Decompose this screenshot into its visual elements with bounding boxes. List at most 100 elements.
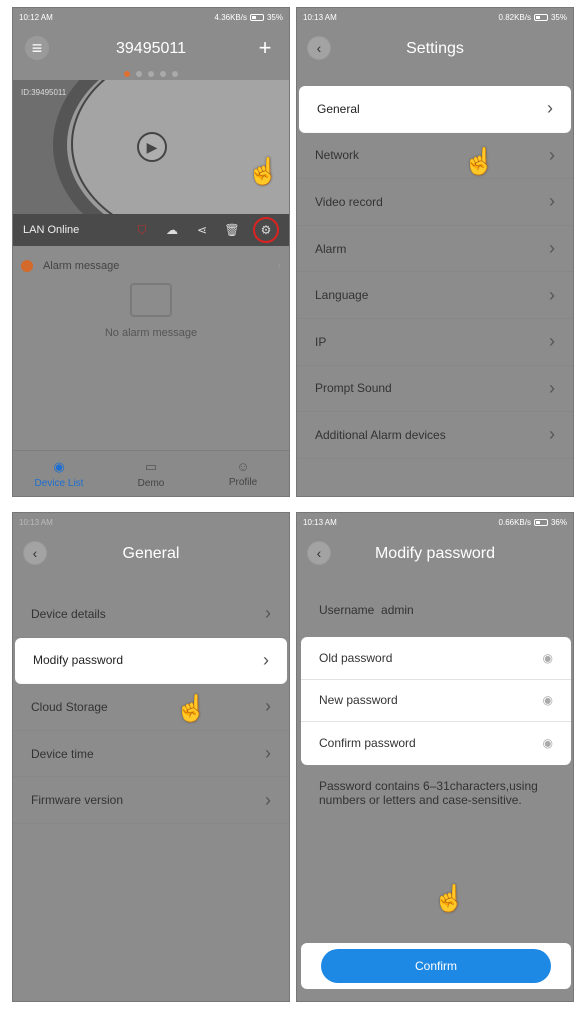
field-label: New password	[319, 693, 398, 708]
chevron-right-icon: ›	[265, 743, 271, 764]
device-id: ID:39495011	[21, 88, 67, 97]
header: ‹ General	[13, 531, 289, 577]
old-password-field[interactable]: Old password ◉	[301, 637, 571, 680]
settings-list: General › Network › Video record › Alarm › L…	[297, 86, 573, 459]
status-net-speed: 0.66KB/s	[498, 517, 531, 527]
status-bar: 10:13 AM 0.66KB/s 36%	[297, 513, 573, 531]
status-net-speed: 4.36KB/s	[214, 12, 247, 22]
status-time: 10:13 AM	[303, 517, 337, 527]
settings-item-ip[interactable]: IP ›	[297, 319, 573, 366]
item-label: Prompt Sound	[315, 381, 392, 396]
settings-item-prompt-sound[interactable]: Prompt Sound ›	[297, 366, 573, 413]
item-label: General	[317, 101, 360, 116]
chevron-right-icon: ›	[549, 331, 555, 352]
tab-label: Device List	[34, 477, 84, 489]
tap-hand-icon: ☝	[463, 146, 496, 176]
item-label: Alarm	[315, 241, 347, 256]
page-dot	[136, 71, 142, 77]
page-dot	[124, 71, 130, 77]
battery-percent: 35%	[550, 12, 567, 22]
page-indicator	[13, 71, 289, 77]
general-screen: 10:13 AM ‹ General Device details › Modif…	[12, 512, 290, 1002]
general-item-device-details[interactable]: Device details ›	[13, 591, 289, 638]
confirm-password-field[interactable]: Confirm password ◉	[301, 722, 571, 765]
chevron-right-icon: ›	[547, 98, 553, 119]
back-button[interactable]: ‹	[307, 36, 331, 60]
back-button[interactable]: ‹	[23, 541, 47, 565]
video-icon: ▭	[144, 458, 158, 474]
trash-icon[interactable]: 🗑	[223, 221, 241, 239]
settings-item-general[interactable]: General ›	[299, 86, 571, 133]
tap-hand-icon: ☝	[433, 883, 466, 913]
back-button[interactable]: ‹	[307, 541, 331, 565]
page-dot	[148, 71, 154, 77]
chevron-right-icon: ›	[549, 238, 555, 259]
camera-icon: ◉	[53, 458, 65, 474]
status-bar: 10:13 AM 0.82KB/s 35%	[297, 8, 573, 26]
username-label: Username	[319, 603, 375, 617]
chevron-right-icon: ›	[265, 789, 271, 810]
empty-state: No alarm message	[13, 283, 289, 339]
tab-profile[interactable]: ☺ Profile	[197, 451, 289, 496]
shield-icon[interactable]: ⛉	[133, 221, 151, 239]
item-label: Language	[315, 288, 369, 303]
password-form: Old password ◉ New password ◉ Confirm pass…	[301, 637, 571, 765]
alarm-icon	[21, 260, 33, 272]
chevron-right-icon: ›	[549, 191, 555, 212]
username-row: Username admin	[319, 603, 414, 617]
chevron-right-icon: ›	[265, 696, 271, 717]
item-label: Additional Alarm devices	[315, 427, 446, 442]
chevron-right-icon: ›	[263, 649, 269, 670]
empty-state-text: No alarm message	[104, 327, 198, 339]
item-label: Device details	[31, 606, 106, 621]
field-label: Confirm password	[319, 736, 416, 751]
settings-item-language[interactable]: Language ›	[297, 272, 573, 319]
menu-icon[interactable]: ≡	[25, 36, 49, 60]
alarm-message-row[interactable]: Alarm message ›	[13, 256, 289, 276]
general-item-modify-password[interactable]: Modify password ›	[15, 637, 287, 685]
add-device-button[interactable]: +	[253, 35, 277, 60]
alarm-label: Alarm message	[43, 260, 120, 272]
general-item-device-time[interactable]: Device time ›	[13, 731, 289, 778]
page-dot	[172, 71, 178, 77]
settings-item-alarm[interactable]: Alarm ›	[297, 226, 573, 273]
item-label: Cloud Storage	[31, 699, 108, 714]
item-label: Firmware version	[31, 793, 124, 808]
password-hint: Password contains 6–31characters,using n…	[319, 779, 538, 807]
cloud-icon[interactable]: ☁	[163, 221, 181, 239]
confirm-area: Confirm	[301, 943, 571, 989]
chevron-right-icon: ›	[277, 260, 281, 272]
battery-percent: 35%	[266, 12, 283, 22]
gear-icon[interactable]: ⚙	[253, 217, 279, 243]
tab-demo[interactable]: ▭ Demo	[105, 451, 197, 496]
eye-icon[interactable]: ◉	[543, 736, 553, 750]
confirm-button[interactable]: Confirm	[321, 949, 551, 983]
battery-icon	[533, 518, 548, 526]
connection-status: LAN Online	[23, 224, 80, 236]
camera-toolbar: LAN Online ⛉ ☁ ⋖ 🗑 ⚙	[13, 214, 289, 246]
eye-icon[interactable]: ◉	[543, 693, 553, 707]
tap-hand-icon: ☝	[247, 156, 280, 186]
settings-item-video-record[interactable]: Video record ›	[297, 179, 573, 226]
chevron-right-icon: ›	[549, 144, 555, 165]
battery-icon	[249, 13, 264, 21]
status-net-speed: 0.82KB/s	[498, 12, 531, 22]
play-icon[interactable]: ▶	[137, 132, 167, 162]
share-icon[interactable]: ⋖	[193, 221, 211, 239]
new-password-field[interactable]: New password ◉	[301, 680, 571, 723]
page-title: General	[122, 545, 180, 562]
battery-percent: 36%	[550, 517, 567, 527]
general-item-firmware-version[interactable]: Firmware version ›	[13, 777, 289, 824]
header: ‹ Settings	[297, 26, 573, 72]
settings-screen: 10:13 AM 0.82KB/s 35% ‹ Settings General ›…	[296, 7, 574, 497]
device-list-screen: 10:12 AM 4.36KB/s 35% ≡ 39495011 + ID:394…	[12, 7, 290, 497]
status-time: 10:13 AM	[303, 12, 337, 22]
eye-icon[interactable]: ◉	[543, 651, 553, 665]
settings-item-network[interactable]: Network ›	[297, 133, 573, 180]
chevron-right-icon: ›	[549, 284, 555, 305]
status-time: 10:12 AM	[19, 12, 53, 22]
username-value: admin	[381, 603, 414, 617]
settings-item-additional-alarm[interactable]: Additional Alarm devices ›	[297, 412, 573, 459]
tab-device-list[interactable]: ◉ Device List	[13, 451, 105, 496]
general-item-cloud-storage[interactable]: Cloud Storage ›	[13, 684, 289, 731]
